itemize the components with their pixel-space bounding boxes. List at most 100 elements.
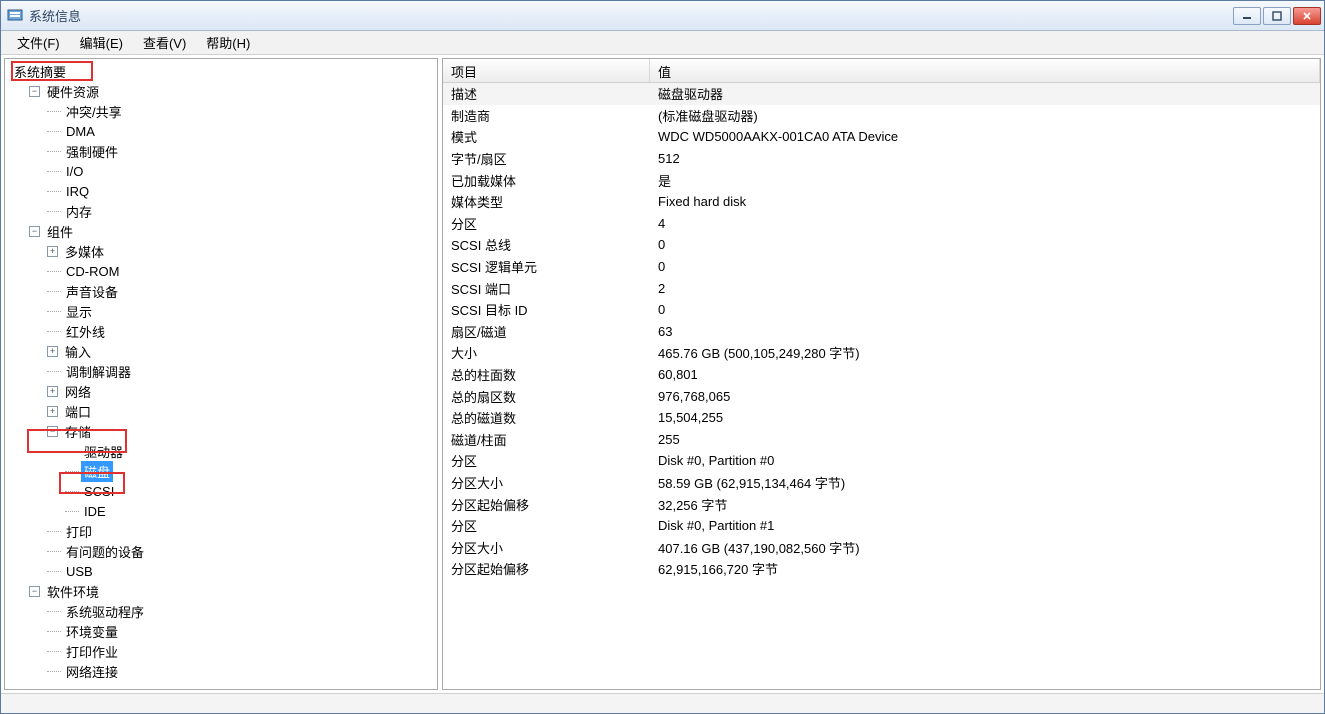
cell-value: 磁盘驱动器 <box>650 84 1320 103</box>
menu-edit[interactable]: 编辑(E) <box>70 30 133 55</box>
cell-item: SCSI 端口 <box>443 279 650 298</box>
menu-help[interactable]: 帮助(H) <box>196 30 260 55</box>
expand-icon[interactable]: + <box>47 386 58 397</box>
list-row[interactable]: 分区起始偏移32,256 字节 <box>443 493 1320 515</box>
tree-software-env[interactable]: 软件环境 <box>44 581 102 602</box>
tree-conflict[interactable]: 冲突/共享 <box>63 101 125 122</box>
tree-sound[interactable]: 声音设备 <box>63 281 121 302</box>
cell-value: Disk #0, Partition #0 <box>650 453 1320 468</box>
cell-item: 制造商 <box>443 106 650 125</box>
list-row[interactable]: 分区4 <box>443 213 1320 235</box>
cell-item: 描述 <box>443 84 650 103</box>
list-row[interactable]: SCSI 总线0 <box>443 234 1320 256</box>
cell-value: 976,768,065 <box>650 389 1320 404</box>
tree-scroll[interactable]: 系统摘要 −硬件资源 冲突/共享 DMA 强制硬件 I/O IRQ 内存 −组件… <box>5 59 437 689</box>
minimize-button[interactable] <box>1233 7 1261 25</box>
tree-root[interactable]: 系统摘要 <box>11 61 69 82</box>
tree-irq[interactable]: IRQ <box>63 183 92 200</box>
tree-sys-drivers[interactable]: 系统驱动程序 <box>63 601 147 622</box>
collapse-icon[interactable]: − <box>29 226 40 237</box>
list-row[interactable]: SCSI 端口2 <box>443 277 1320 299</box>
expand-icon[interactable]: + <box>47 346 58 357</box>
tree-io[interactable]: I/O <box>63 163 86 180</box>
list-row[interactable]: 描述磁盘驱动器 <box>443 83 1320 105</box>
cell-item: 媒体类型 <box>443 192 650 211</box>
tree-input[interactable]: 输入 <box>62 341 94 362</box>
tree-network[interactable]: 网络 <box>62 381 94 402</box>
tree-memory[interactable]: 内存 <box>63 201 95 222</box>
title-bar: 系统信息 <box>1 1 1324 31</box>
list-row[interactable]: 字节/扇区512 <box>443 148 1320 170</box>
cell-value: 60,801 <box>650 367 1320 382</box>
list-row[interactable]: 分区大小407.16 GB (437,190,082,560 字节) <box>443 536 1320 558</box>
collapse-icon[interactable]: − <box>29 586 40 597</box>
tree-cdrom[interactable]: CD-ROM <box>63 263 122 280</box>
tree-multimedia[interactable]: 多媒体 <box>62 241 107 262</box>
tree-net-conn[interactable]: 网络连接 <box>63 661 121 682</box>
cell-item: 模式 <box>443 127 650 146</box>
tree-ide[interactable]: IDE <box>81 503 109 520</box>
cell-value: 0 <box>650 259 1320 274</box>
tree-print-jobs[interactable]: 打印作业 <box>63 641 121 662</box>
tree-dma[interactable]: DMA <box>63 123 98 140</box>
list-row[interactable]: 模式WDC WD5000AAKX-001CA0 ATA Device <box>443 126 1320 148</box>
tree-print[interactable]: 打印 <box>63 521 95 542</box>
cell-value: 0 <box>650 302 1320 317</box>
tree-storage[interactable]: 存储 <box>62 421 94 442</box>
close-button[interactable] <box>1293 7 1321 25</box>
list-row[interactable]: 媒体类型Fixed hard disk <box>443 191 1320 213</box>
list-row[interactable]: 总的扇区数976,768,065 <box>443 385 1320 407</box>
collapse-icon[interactable]: − <box>47 426 58 437</box>
detail-panel[interactable]: 项目 值 描述磁盘驱动器制造商(标准磁盘驱动器)模式WDC WD5000AAKX… <box>442 58 1321 690</box>
tree-disk[interactable]: 磁盘 <box>81 461 113 482</box>
cell-value: 512 <box>650 151 1320 166</box>
column-header-item[interactable]: 项目 <box>443 59 650 82</box>
cell-item: SCSI 目标 ID <box>443 300 650 319</box>
cell-value: 465.76 GB (500,105,249,280 字节) <box>650 343 1320 362</box>
list-body: 描述磁盘驱动器制造商(标准磁盘驱动器)模式WDC WD5000AAKX-001C… <box>443 83 1320 580</box>
list-row[interactable]: 已加载媒体是 <box>443 169 1320 191</box>
tree-usb[interactable]: USB <box>63 563 96 580</box>
tree-env-vars[interactable]: 环境变量 <box>63 621 121 642</box>
tree-display[interactable]: 显示 <box>63 301 95 322</box>
list-row[interactable]: 分区起始偏移62,915,166,720 字节 <box>443 558 1320 580</box>
cell-value: Fixed hard disk <box>650 194 1320 209</box>
list-row[interactable]: 大小465.76 GB (500,105,249,280 字节) <box>443 342 1320 364</box>
window-controls <box>1233 7 1324 25</box>
cell-item: 总的扇区数 <box>443 387 650 406</box>
tree-forced-hw[interactable]: 强制硬件 <box>63 141 121 162</box>
tree-components[interactable]: 组件 <box>44 221 76 242</box>
list-row[interactable]: 分区Disk #0, Partition #1 <box>443 515 1320 537</box>
cell-value: 是 <box>650 171 1320 190</box>
tree-problem-devices[interactable]: 有问题的设备 <box>63 541 147 562</box>
menu-view[interactable]: 查看(V) <box>133 30 196 55</box>
cell-item: 分区大小 <box>443 538 650 557</box>
list-row[interactable]: 磁道/柱面255 <box>443 429 1320 451</box>
expand-icon[interactable]: + <box>47 246 58 257</box>
list-row[interactable]: SCSI 逻辑单元0 <box>443 256 1320 278</box>
cell-value: 2 <box>650 281 1320 296</box>
cell-item: 总的磁道数 <box>443 408 650 427</box>
tree-infrared[interactable]: 红外线 <box>63 321 108 342</box>
menu-file[interactable]: 文件(F) <box>7 30 70 55</box>
tree-hardware[interactable]: 硬件资源 <box>44 81 102 102</box>
tree-scsi[interactable]: SCSI <box>81 483 117 500</box>
tree-drives[interactable]: 驱动器 <box>81 441 126 462</box>
tree-modem[interactable]: 调制解调器 <box>63 361 134 382</box>
tree-panel: 系统摘要 −硬件资源 冲突/共享 DMA 强制硬件 I/O IRQ 内存 −组件… <box>4 58 438 690</box>
column-header-value[interactable]: 值 <box>650 59 1320 82</box>
list-row[interactable]: 制造商(标准磁盘驱动器) <box>443 105 1320 127</box>
list-row[interactable]: SCSI 目标 ID0 <box>443 299 1320 321</box>
collapse-icon[interactable]: − <box>29 86 40 97</box>
expand-icon[interactable]: + <box>47 406 58 417</box>
list-row[interactable]: 分区Disk #0, Partition #0 <box>443 450 1320 472</box>
list-row[interactable]: 扇区/磁道63 <box>443 321 1320 343</box>
cell-item: 分区大小 <box>443 473 650 492</box>
list-row[interactable]: 总的磁道数15,504,255 <box>443 407 1320 429</box>
tree-port[interactable]: 端口 <box>62 401 94 422</box>
maximize-button[interactable] <box>1263 7 1291 25</box>
list-row[interactable]: 总的柱面数60,801 <box>443 364 1320 386</box>
cell-value: 63 <box>650 324 1320 339</box>
cell-value: WDC WD5000AAKX-001CA0 ATA Device <box>650 129 1320 144</box>
list-row[interactable]: 分区大小58.59 GB (62,915,134,464 字节) <box>443 472 1320 494</box>
